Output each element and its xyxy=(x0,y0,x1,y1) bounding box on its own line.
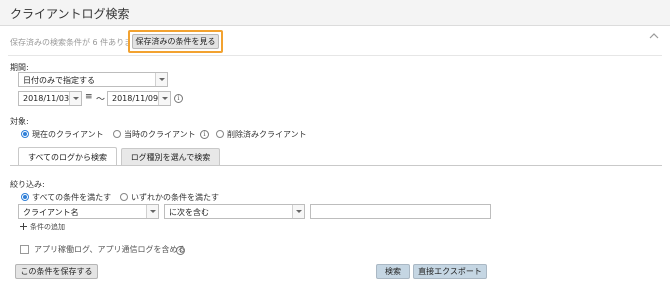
radio-match-any[interactable] xyxy=(120,193,128,201)
tab-divider xyxy=(10,165,662,166)
include-app-log-label: アプリ稼働ログ、アプリ通信ログを含める xyxy=(34,245,186,254)
filter-field-value: クライアント名 xyxy=(23,208,79,217)
radio-match-all[interactable] xyxy=(21,193,29,201)
info-icon[interactable]: i xyxy=(200,130,209,139)
chevron-down-icon xyxy=(69,92,81,105)
date-to-select[interactable]: 2018/11/09 xyxy=(107,91,171,106)
radio-past-client-label: 当時のクライアント xyxy=(124,130,196,139)
range-tilde: ～ xyxy=(96,95,106,105)
radio-current-client-label: 現在のクライアント xyxy=(32,130,104,139)
chevron-down-icon xyxy=(158,92,170,105)
include-app-log-checkbox[interactable] xyxy=(20,245,29,254)
saved-conditions-note: 保存済みの検索条件が 6 件あります。 xyxy=(10,38,148,47)
date-to-value: 2018/11/09 xyxy=(112,94,159,103)
radio-past-client[interactable] xyxy=(113,130,121,138)
chevron-down-icon xyxy=(292,205,304,218)
info-icon[interactable]: i xyxy=(174,94,183,103)
title-bar: クライアントログ検索 xyxy=(0,0,670,26)
filter-field-select[interactable]: クライアント名 xyxy=(18,204,159,219)
tab-log-type-label: ログ種別を選んで検索 xyxy=(130,152,211,162)
direct-export-label: 直接エクスポート xyxy=(418,267,482,276)
tab-log-type[interactable]: ログ種別を選んで検索 xyxy=(121,148,220,165)
tab-all-logs[interactable]: すべてのログから検索 xyxy=(18,147,117,166)
add-condition-link[interactable]: 条件の追加 xyxy=(30,222,65,232)
divider xyxy=(8,55,662,56)
chevron-down-icon xyxy=(146,205,158,218)
radio-deleted-client[interactable] xyxy=(216,130,224,138)
direct-export-button[interactable]: 直接エクスポート xyxy=(413,264,487,279)
save-conditions-button[interactable]: この条件を保存する xyxy=(15,264,98,279)
filter-text-input[interactable] xyxy=(310,204,491,219)
plus-icon[interactable] xyxy=(20,223,27,230)
filter-operator-select[interactable]: に次を含む xyxy=(164,204,305,219)
radio-current-client[interactable] xyxy=(21,130,29,138)
radio-match-all-label: すべての条件を満たす xyxy=(32,193,112,202)
filter-label: 絞り込み: xyxy=(10,180,45,189)
period-mode-select[interactable]: 日付のみで指定する xyxy=(18,72,168,87)
filter-operator-value: に次を含む xyxy=(169,208,209,217)
tab-all-logs-label: すべてのログから検索 xyxy=(27,152,108,162)
view-saved-conditions-label: 保存済みの条件を見る xyxy=(132,34,219,49)
search-label: 検索 xyxy=(385,267,401,276)
chevron-down-icon xyxy=(155,73,167,86)
target-label: 対象: xyxy=(10,117,29,126)
date-from-value: 2018/11/03 xyxy=(23,94,70,103)
radio-match-any-label: いずれかの条件を満たす xyxy=(131,193,219,202)
radio-deleted-client-label: 削除済みクライアント xyxy=(227,130,307,139)
search-button[interactable]: 検索 xyxy=(376,264,410,279)
chevron-up-icon[interactable] xyxy=(648,31,660,41)
period-mode-value: 日付のみで指定する xyxy=(23,76,95,85)
page-title: クライアントログ検索 xyxy=(10,7,130,21)
calendar-icon[interactable]: ≡ xyxy=(85,92,93,102)
info-icon[interactable]: i xyxy=(176,246,185,255)
date-from-select[interactable]: 2018/11/03 xyxy=(18,91,82,106)
save-conditions-label: この条件を保存する xyxy=(20,267,93,276)
view-saved-conditions-button[interactable]: 保存済みの条件を見る xyxy=(128,30,223,53)
